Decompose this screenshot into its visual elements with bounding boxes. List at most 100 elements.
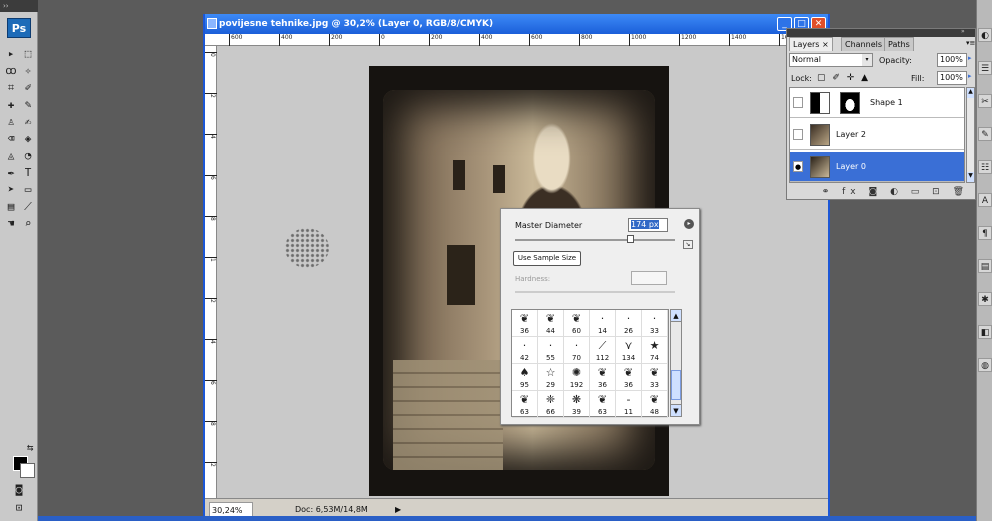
blend-mode-select[interactable]: Normal ▾ <box>789 53 873 67</box>
pen-tool-icon[interactable]: ✒ <box>3 165 19 181</box>
dock-panel-icon[interactable]: ◐ <box>978 28 992 42</box>
panel-menu-icon[interactable]: ▾≡ <box>963 37 978 51</box>
brush-preset[interactable]: ☆ 29 <box>538 364 564 391</box>
brush-preset[interactable]: · 14 <box>590 310 616 337</box>
path-select-icon[interactable]: ➤ <box>3 182 19 198</box>
lasso-tool-icon[interactable]: ꝏ <box>3 63 19 79</box>
brush-preset[interactable]: · 33 <box>642 310 668 337</box>
layer-row[interactable]: Shape 1 <box>790 88 964 118</box>
brush-preset[interactable]: ❋ 39 <box>564 391 590 418</box>
shape-tool-icon[interactable]: ▭ <box>20 182 36 198</box>
brush-preset[interactable]: ★ 74 <box>642 337 668 364</box>
taskbar[interactable] <box>38 516 976 521</box>
dock-panel-icon[interactable]: ☰ <box>978 61 992 75</box>
layer-row[interactable]: ● Layer 0 <box>790 152 964 182</box>
collapse-icon[interactable]: » <box>961 28 965 35</box>
eye-hidden-icon[interactable] <box>793 129 803 140</box>
brush-preset[interactable]: ♠ 95 <box>512 364 538 391</box>
brush-preset[interactable]: ❦ 36 <box>616 364 642 391</box>
swap-colors-icon[interactable]: ⇆ <box>22 440 38 456</box>
clone-stamp-icon[interactable]: ♙ <box>3 114 19 130</box>
use-sample-size-button[interactable]: Use Sample Size <box>513 251 581 266</box>
brush-preset[interactable]: ❦ 63 <box>512 391 538 418</box>
new-preset-icon[interactable]: ↘ <box>683 240 693 249</box>
paint-bucket-icon[interactable]: ◈ <box>20 131 36 147</box>
fill-input[interactable]: 100% <box>937 71 967 85</box>
vertical-ruler[interactable]: 02468124682 <box>205 46 217 498</box>
layers-panel-grip[interactable]: » <box>787 28 975 37</box>
dock-panel-icon[interactable]: ¶ <box>978 226 992 240</box>
scroll-down-icon[interactable]: ▼ <box>967 172 974 182</box>
layers-footer-icons[interactable]: ⚭ fx ◙ ◐ ▭ ⊡ 🗑 <box>789 185 973 199</box>
zoom-tool-icon[interactable]: ⌕ <box>20 216 36 232</box>
dock-panel-icon[interactable]: ◧ <box>978 325 992 339</box>
opacity-input[interactable]: 100% <box>937 53 967 67</box>
brush-preset[interactable]: ❦ 48 <box>642 391 668 418</box>
screen-mode-icon[interactable]: ⊡ <box>11 500 27 516</box>
brush-preset[interactable]: ❦ 60 <box>564 310 590 337</box>
eyedropper-icon[interactable]: ⟋ <box>20 199 36 215</box>
brush-preset[interactable]: ❦ 33 <box>642 364 668 391</box>
eye-visible-icon[interactable]: ● <box>793 161 803 172</box>
document-title-bar[interactable]: povijesne tehnike.jpg @ 30,2% (Layer 0, … <box>205 14 828 34</box>
horizontal-ruler[interactable]: 60040020002004006008001000120014001600 <box>205 34 828 46</box>
scroll-up-icon[interactable]: ▲ <box>967 88 974 98</box>
eye-hidden-icon[interactable] <box>793 97 803 108</box>
brush-preset[interactable]: · 42 <box>512 337 538 364</box>
notes-tool-icon[interactable]: ▤ <box>3 199 19 215</box>
brush-preset[interactable]: ❦ 63 <box>590 391 616 418</box>
fill-slider-arrow-icon[interactable]: ▸ <box>968 72 972 80</box>
brush-tool-icon[interactable]: ✎ <box>20 97 36 113</box>
crop-tool-icon[interactable]: ⌗ <box>3 80 19 96</box>
type-tool-icon[interactable]: T <box>20 165 36 181</box>
tab-paths[interactable]: Paths <box>884 37 914 51</box>
hardness-input[interactable] <box>631 271 667 285</box>
dodge-tool-icon[interactable]: ◔ <box>20 148 36 164</box>
brush-preset[interactable]: - 11 <box>616 391 642 418</box>
brush-preset[interactable]: · 26 <box>616 310 642 337</box>
healing-brush-icon[interactable]: ✚ <box>3 97 19 113</box>
layer-row[interactable]: Layer 2 <box>790 120 964 150</box>
brush-preset[interactable]: · 70 <box>564 337 590 364</box>
hardness-slider[interactable] <box>515 291 675 293</box>
dock-panel-icon[interactable]: A <box>978 193 992 207</box>
photoshop-logo-icon[interactable]: Ps <box>7 18 31 38</box>
brush-picker-menu-icon[interactable]: ▸ <box>684 219 694 229</box>
brush-preset[interactable]: ❦ 44 <box>538 310 564 337</box>
dock-panel-icon[interactable]: ◍ <box>978 358 992 372</box>
marquee-tool-icon[interactable]: ⬚ <box>20 46 36 62</box>
background-color-swatch[interactable] <box>20 463 35 478</box>
brush-preset[interactable]: · 55 <box>538 337 564 364</box>
layer-list-scrollbar[interactable]: ▲ ▼ <box>966 87 975 183</box>
hand-tool-icon[interactable]: ☚ <box>3 216 19 232</box>
palette-grip[interactable]: ›› <box>0 0 38 12</box>
chevron-down-icon[interactable]: ▾ <box>862 54 872 66</box>
slice-tool-icon[interactable]: ✐ <box>20 80 36 96</box>
opacity-slider-arrow-icon[interactable]: ▸ <box>968 54 972 62</box>
brush-preset[interactable]: ⋎ 134 <box>616 337 642 364</box>
tab-channels[interactable]: Channels <box>841 37 887 51</box>
brush-preset[interactable]: ❈ 66 <box>538 391 564 418</box>
scroll-thumb[interactable] <box>671 370 681 400</box>
brush-preset[interactable]: ✺ 192 <box>564 364 590 391</box>
move-tool-icon[interactable]: ▸ <box>3 46 19 62</box>
dock-panel-icon[interactable]: ✱ <box>978 292 992 306</box>
layer-thumbnail[interactable] <box>810 156 830 178</box>
dock-panel-icon[interactable]: ☷ <box>978 160 992 174</box>
layer-thumbnail[interactable] <box>810 92 830 114</box>
magic-wand-icon[interactable]: ✧ <box>20 63 36 79</box>
brush-preset[interactable]: ❦ 36 <box>590 364 616 391</box>
brush-grid-scrollbar[interactable]: ▲ ▼ <box>670 309 682 417</box>
dock-panel-icon[interactable]: ▤ <box>978 259 992 273</box>
master-diameter-slider-thumb[interactable] <box>627 235 635 243</box>
master-diameter-input[interactable]: 174 px <box>628 218 668 232</box>
master-diameter-slider[interactable] <box>515 239 675 241</box>
blur-tool-icon[interactable]: ◬ <box>3 148 19 164</box>
layer-thumbnail[interactable] <box>810 124 830 146</box>
tab-layers[interactable]: Layers × <box>789 37 833 51</box>
scroll-down-icon[interactable]: ▼ <box>671 404 681 416</box>
eraser-tool-icon[interactable]: ⌫ <box>3 131 19 147</box>
history-brush-icon[interactable]: ✍ <box>20 114 36 130</box>
scroll-up-icon[interactable]: ▲ <box>671 310 681 322</box>
dock-panel-icon[interactable]: ✎ <box>978 127 992 141</box>
